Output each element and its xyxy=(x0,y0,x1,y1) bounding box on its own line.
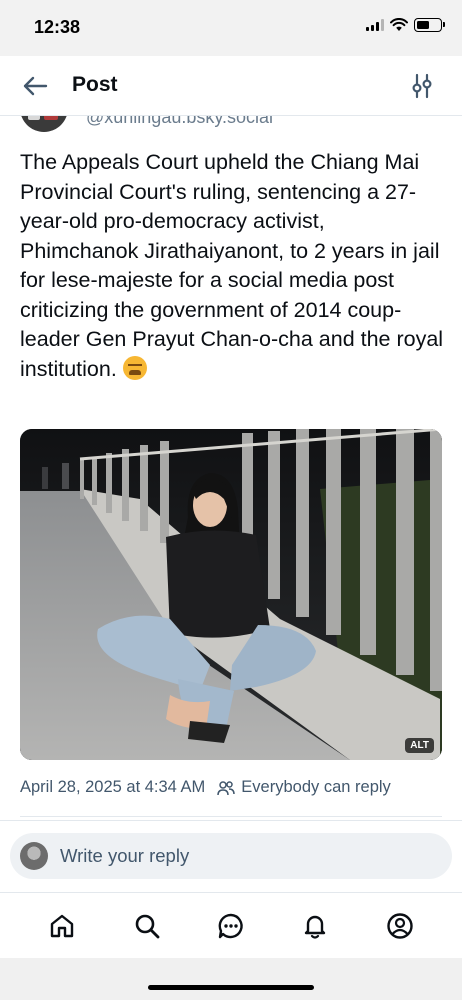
author-handle[interactable]: @xunlingau.bsky.social xyxy=(86,116,273,128)
author-avatar[interactable] xyxy=(20,116,68,132)
post-image[interactable]: ALT xyxy=(20,429,442,760)
wifi-icon xyxy=(390,18,408,31)
post-timestamp: April 28, 2025 at 4:34 AM xyxy=(20,778,206,796)
reply-placeholder: Write your reply xyxy=(60,845,190,866)
post-text: The Appeals Court upheld the Chiang Mai … xyxy=(20,148,445,384)
home-indicator[interactable] xyxy=(148,985,314,990)
post-header: Post xyxy=(0,56,462,116)
status-time: 12:38 xyxy=(34,17,81,37)
sliders-icon xyxy=(412,73,432,99)
tab-notifications[interactable] xyxy=(295,906,335,946)
tab-search[interactable] xyxy=(127,906,167,946)
bell-icon xyxy=(305,915,326,939)
bottom-tab-bar xyxy=(0,892,462,958)
post-body: The Appeals Court upheld the Chiang Mai … xyxy=(20,150,444,381)
status-icons xyxy=(366,18,445,32)
tab-profile[interactable] xyxy=(380,906,420,946)
status-bar: 12:38 xyxy=(0,0,462,56)
battery-icon xyxy=(414,18,445,32)
tab-home[interactable] xyxy=(42,906,82,946)
home-indicator-area xyxy=(0,958,462,1000)
people-icon xyxy=(217,780,236,795)
back-button[interactable] xyxy=(22,74,50,98)
cellular-signal-icon xyxy=(366,19,384,31)
reply-permission[interactable]: Everybody can reply xyxy=(217,778,391,797)
reply-permission-label: Everybody can reply xyxy=(241,778,391,796)
thread-settings-button[interactable] xyxy=(410,73,434,99)
author-row[interactable]: @xunlingau.bsky.social xyxy=(20,116,273,132)
search-icon xyxy=(135,914,159,938)
reply-bar: Write your reply xyxy=(0,820,462,892)
profile-icon xyxy=(387,912,413,939)
page-title: Post xyxy=(72,73,118,96)
reply-input[interactable]: Write your reply xyxy=(10,833,452,879)
arrow-left-icon xyxy=(23,76,48,96)
chat-icon xyxy=(218,913,243,938)
alt-text-badge[interactable]: ALT xyxy=(405,738,434,753)
post-photo-illustration xyxy=(20,429,442,760)
user-avatar xyxy=(20,842,48,870)
tired-face-emoji-icon xyxy=(122,355,147,380)
post-meta: April 28, 2025 at 4:34 AM Everybody can … xyxy=(20,778,391,797)
tab-chat[interactable] xyxy=(211,906,251,946)
divider xyxy=(20,816,442,817)
post-thread[interactable]: @xunlingau.bsky.social The Appeals Court… xyxy=(0,116,462,891)
home-icon xyxy=(50,914,74,937)
